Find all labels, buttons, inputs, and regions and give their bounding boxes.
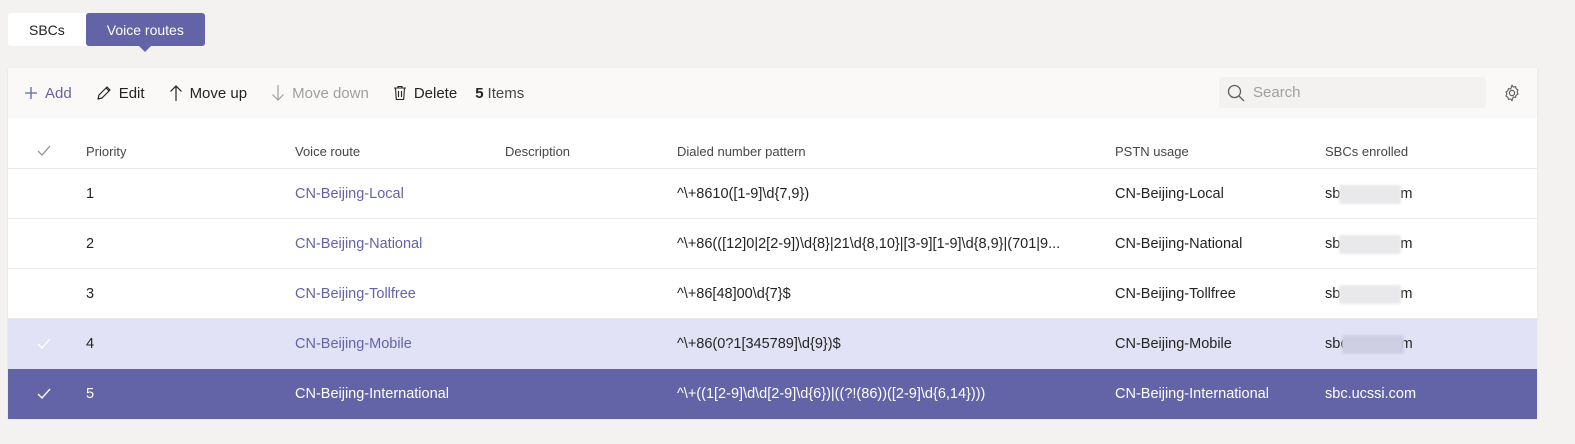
pattern-cell: ^\+86(0?1[345789]\d{9})$ <box>677 335 841 352</box>
redacted-block <box>1342 335 1404 354</box>
row-checkbox[interactable] <box>32 319 56 368</box>
items-count-label: Items <box>487 84 525 102</box>
toolbar: Add Edit Move up Move down Delete 5 Items <box>8 68 1537 118</box>
search-box[interactable] <box>1219 77 1486 108</box>
trash-icon <box>393 85 406 101</box>
description-cell <box>505 219 665 268</box>
header-voice-route[interactable]: Voice route <box>295 118 495 168</box>
move-down-button[interactable]: Move down <box>259 68 381 118</box>
voice-route-link[interactable]: CN-Beijing-International <box>295 369 495 418</box>
tab-bar: SBCs Voice routes <box>8 13 205 52</box>
row-checkbox[interactable] <box>32 219 56 268</box>
row-checkbox[interactable] <box>32 169 56 218</box>
pstn-usage-cell: CN-Beijing-International <box>1115 385 1269 402</box>
table-row[interactable]: 3 CN-Beijing-Tollfree ^\+86[48]00\d{7}$ … <box>8 269 1537 319</box>
table-header: Priority Voice route Description Dialed … <box>8 118 1537 169</box>
header-sbcs-enrolled[interactable]: SBCs enrolled <box>1325 118 1525 168</box>
voice-route-link[interactable]: CN-Beijing-Local <box>295 169 495 218</box>
pstn-usage-cell: CN-Beijing-Tollfree <box>1115 285 1236 302</box>
items-count: 5 Items <box>475 85 524 102</box>
pattern-cell: ^\+((1[2-9]\d\d[2-9]\d{6})|((?!(86))([2-… <box>677 385 986 402</box>
description-cell <box>505 369 665 418</box>
table-row[interactable]: 4 CN-Beijing-Mobile ^\+86(0?1[345789]\d{… <box>8 319 1537 369</box>
pattern-cell: ^\+86[48]00\d{7}$ <box>677 285 791 302</box>
check-icon <box>37 338 51 349</box>
row-checkbox[interactable] <box>32 269 56 318</box>
priority-cell: 5 <box>86 385 95 402</box>
delete-button[interactable]: Delete <box>381 68 469 118</box>
voice-route-link[interactable]: CN-Beijing-National <box>295 219 495 268</box>
table-row[interactable]: 2 CN-Beijing-National ^\+86(([12]0|2[2-9… <box>8 219 1537 269</box>
voice-routes-panel: Add Edit Move up Move down Delete 5 Items <box>8 68 1537 419</box>
check-icon <box>37 388 51 399</box>
select-all-checkbox[interactable] <box>32 118 56 168</box>
voice-routes-table: Priority Voice route Description Dialed … <box>8 118 1537 419</box>
edit-button[interactable]: Edit <box>84 68 157 118</box>
arrow-down-icon <box>272 85 285 101</box>
redacted-block <box>1339 185 1401 204</box>
search-icon <box>1227 84 1245 101</box>
description-cell <box>505 319 665 368</box>
gear-icon <box>1505 84 1519 102</box>
pattern-cell: ^\+8610([1-9]\d{7,9}) <box>677 185 810 202</box>
sbc-suffix: m <box>1400 235 1413 252</box>
header-priority[interactable]: Priority <box>86 118 266 168</box>
header-dialed-number-pattern[interactable]: Dialed number pattern <box>677 118 1089 168</box>
settings-button[interactable] <box>1502 83 1522 103</box>
priority-cell: 2 <box>86 235 95 252</box>
pattern-cell: ^\+86(([12]0|2[2-9])\d{8}|21\d{8,10}|[3-… <box>677 235 1061 252</box>
sbc-suffix: m <box>1400 285 1413 302</box>
redacted-block <box>1339 285 1401 304</box>
plus-icon <box>25 87 37 99</box>
check-icon <box>37 145 51 156</box>
header-description[interactable]: Description <box>505 118 665 168</box>
sbc-cell: sbc.ucssi.com <box>1325 385 1417 402</box>
add-button[interactable]: Add <box>8 68 84 118</box>
pencil-icon <box>97 86 111 100</box>
description-cell <box>505 169 665 218</box>
table-row[interactable]: 1 CN-Beijing-Local ^\+8610([1-9]\d{7,9})… <box>8 169 1537 219</box>
table-row[interactable]: 5 CN-Beijing-International ^\+((1[2-9]\d… <box>8 369 1537 419</box>
tab-sbcs[interactable]: SBCs <box>8 13 86 46</box>
add-label: Add <box>45 84 72 102</box>
voice-route-link[interactable]: CN-Beijing-Mobile <box>295 319 495 368</box>
edit-label: Edit <box>118 84 145 102</box>
priority-cell: 3 <box>86 285 95 302</box>
move-up-button[interactable]: Move up <box>157 68 260 118</box>
header-pstn-usage[interactable]: PSTN usage <box>1115 118 1315 168</box>
items-count-value: 5 <box>475 84 484 102</box>
delete-label: Delete <box>413 84 458 102</box>
redacted-block <box>1339 235 1401 254</box>
tab-voice-routes[interactable]: Voice routes <box>85 13 205 52</box>
arrow-up-icon <box>169 85 182 101</box>
voice-route-link[interactable]: CN-Beijing-Tollfree <box>295 269 495 318</box>
description-cell <box>505 269 665 318</box>
move-down-label: Move down <box>292 84 369 102</box>
move-up-label: Move up <box>189 84 248 102</box>
row-checkbox[interactable] <box>32 369 56 418</box>
sbc-suffix: m <box>1400 185 1413 202</box>
pstn-usage-cell: CN-Beijing-National <box>1115 235 1243 252</box>
search-input[interactable] <box>1253 84 1473 101</box>
priority-cell: 1 <box>86 185 95 202</box>
pstn-usage-cell: CN-Beijing-Local <box>1115 185 1224 202</box>
priority-cell: 4 <box>86 335 95 352</box>
pstn-usage-cell: CN-Beijing-Mobile <box>1115 335 1232 352</box>
